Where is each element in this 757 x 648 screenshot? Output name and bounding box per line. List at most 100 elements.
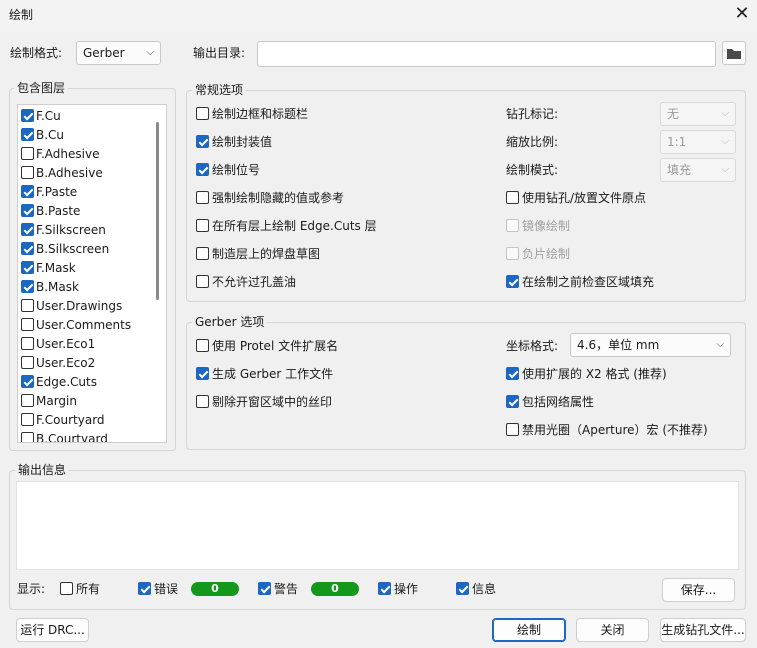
general-option-checkbox[interactable] bbox=[196, 135, 209, 148]
layer-checkbox[interactable] bbox=[21, 147, 34, 160]
layer-checkbox[interactable] bbox=[21, 242, 34, 255]
general-option[interactable]: 绘制位号 bbox=[196, 161, 260, 179]
general-option-checkbox[interactable] bbox=[196, 163, 209, 176]
general-option[interactable]: 在所有层上绘制 Edge.Cuts 层 bbox=[196, 217, 377, 235]
layer-label: B.Cu bbox=[36, 128, 65, 142]
save-button[interactable]: 保存... bbox=[662, 578, 735, 602]
layer-item[interactable]: B.Mask bbox=[21, 278, 79, 297]
general-option-right-checkbox[interactable] bbox=[506, 191, 519, 204]
layer-item[interactable]: User.Eco2 bbox=[21, 354, 95, 373]
layer-checkbox[interactable] bbox=[21, 261, 34, 274]
layer-checkbox[interactable] bbox=[21, 337, 34, 350]
plot-button[interactable]: 绘制 bbox=[492, 618, 566, 642]
layer-item[interactable]: User.Comments bbox=[21, 316, 131, 335]
layers-scrollbar[interactable] bbox=[156, 122, 159, 300]
drill-marks-label: 钻孔标记: bbox=[506, 107, 559, 121]
filter-warnings[interactable]: 警告 bbox=[258, 580, 298, 598]
layer-item[interactable]: F.Mask bbox=[21, 259, 76, 278]
layer-item[interactable]: B.Paste bbox=[21, 202, 80, 221]
gerber-option-checkbox[interactable] bbox=[196, 367, 209, 380]
gerber-option[interactable]: 使用 Protel 文件扩展名 bbox=[196, 337, 338, 355]
filter-errors[interactable]: 错误 bbox=[138, 580, 178, 598]
filter-info[interactable]: 信息 bbox=[456, 580, 496, 598]
general-option[interactable]: 绘制封装值 bbox=[196, 133, 272, 151]
plot-mode-label: 绘制模式: bbox=[506, 163, 559, 177]
gerber-option-right[interactable]: 包括网络属性 bbox=[506, 393, 594, 411]
general-option-checkbox[interactable] bbox=[196, 247, 209, 260]
gerber-option-checkbox[interactable] bbox=[196, 395, 209, 408]
layer-label: F.Adhesive bbox=[36, 147, 100, 161]
layer-checkbox[interactable] bbox=[21, 185, 34, 198]
layer-item[interactable]: B.Adhesive bbox=[21, 164, 103, 183]
filter-warnings-checkbox[interactable] bbox=[258, 582, 271, 595]
layer-checkbox[interactable] bbox=[21, 109, 34, 122]
layers-list[interactable]: F.Cu B.Cu F.Adhesive B.Adhesive F.Paste B.Pas… bbox=[17, 104, 167, 443]
layer-checkbox[interactable] bbox=[21, 394, 34, 407]
general-option[interactable]: 制造层上的焊盘草图 bbox=[196, 245, 320, 263]
scale-select[interactable]: 1:1 ⌵ bbox=[660, 130, 736, 154]
layer-checkbox[interactable] bbox=[21, 223, 34, 236]
filter-actions[interactable]: 操作 bbox=[378, 580, 418, 598]
general-option[interactable]: 绘制边框和标题栏 bbox=[196, 105, 308, 123]
layer-checkbox[interactable] bbox=[21, 432, 34, 442]
layer-item[interactable]: F.Paste bbox=[21, 183, 77, 202]
filter-actions-checkbox[interactable] bbox=[378, 582, 391, 595]
layer-item[interactable]: F.Adhesive bbox=[21, 145, 99, 164]
filter-errors-checkbox[interactable] bbox=[138, 582, 151, 595]
general-option-checkbox[interactable] bbox=[196, 107, 209, 120]
layer-checkbox[interactable] bbox=[21, 318, 34, 331]
layer-checkbox[interactable] bbox=[21, 375, 34, 388]
layer-item[interactable]: F.Cu bbox=[21, 107, 61, 126]
layer-item[interactable]: B.Cu bbox=[21, 126, 64, 145]
general-option[interactable]: 不允许过孔盖油 bbox=[196, 273, 296, 291]
layer-checkbox[interactable] bbox=[21, 299, 34, 312]
layer-item[interactable]: User.Eco1 bbox=[21, 335, 95, 354]
generate-drill-files-button[interactable]: 生成钻孔文件... bbox=[660, 618, 746, 642]
filter-all[interactable]: 所有 bbox=[60, 580, 100, 598]
gerber-option-right[interactable]: 使用扩展的 X2 格式 (推荐) bbox=[506, 365, 667, 383]
close-icon[interactable]: ✕ bbox=[731, 4, 753, 26]
layer-item[interactable]: Edge.Cuts bbox=[21, 373, 97, 392]
gerber-option-right-checkbox[interactable] bbox=[506, 367, 519, 380]
output-messages-area[interactable] bbox=[16, 481, 739, 570]
gerber-option-checkbox[interactable] bbox=[196, 339, 209, 352]
filter-all-checkbox[interactable] bbox=[60, 582, 73, 595]
layer-checkbox[interactable] bbox=[21, 356, 34, 369]
general-option-right-checkbox[interactable] bbox=[506, 275, 519, 288]
layer-checkbox[interactable] bbox=[21, 166, 34, 179]
coord-format-select[interactable]: 4.6，单位 mm ⌵ bbox=[570, 333, 731, 357]
plot-mode-select[interactable]: 填充 ⌵ bbox=[660, 158, 736, 182]
coord-format-label: 坐标格式: bbox=[506, 339, 559, 353]
layer-item[interactable]: User.Drawings bbox=[21, 297, 122, 316]
general-option-checkbox[interactable] bbox=[196, 219, 209, 232]
format-select[interactable]: Gerber ⌵ bbox=[76, 41, 161, 65]
browse-folder-button[interactable] bbox=[722, 41, 746, 65]
drill-marks-select[interactable]: 无 ⌵ bbox=[660, 102, 736, 126]
layer-checkbox[interactable] bbox=[21, 280, 34, 293]
gerber-option-right[interactable]: 禁用光圈（Aperture）宏 (不推荐) bbox=[506, 421, 708, 439]
outdir-input[interactable] bbox=[257, 41, 716, 67]
filter-info-checkbox[interactable] bbox=[456, 582, 469, 595]
layer-item[interactable]: F.Courtyard bbox=[21, 411, 105, 430]
errors-count-badge: 0 bbox=[191, 582, 239, 596]
gerber-option-right-checkbox[interactable] bbox=[506, 423, 519, 436]
gerber-option[interactable]: 生成 Gerber 工作文件 bbox=[196, 365, 333, 383]
layer-checkbox[interactable] bbox=[21, 413, 34, 426]
layer-item[interactable]: B.Silkscreen bbox=[21, 240, 109, 259]
filter-errors-label: 错误 bbox=[154, 582, 179, 596]
run-drc-button[interactable]: 运行 DRC... bbox=[16, 618, 89, 642]
general-option[interactable]: 强制绘制隐藏的值或参考 bbox=[196, 189, 344, 207]
layer-checkbox[interactable] bbox=[21, 204, 34, 217]
general-option-right[interactable]: 使用钻孔/放置文件原点 bbox=[506, 189, 646, 207]
gerber-option[interactable]: 剔除开窗区域中的丝印 bbox=[196, 393, 332, 411]
layer-item[interactable]: Margin bbox=[21, 392, 77, 411]
general-option-checkbox[interactable] bbox=[196, 191, 209, 204]
layer-item[interactable]: F.Silkscreen bbox=[21, 221, 106, 240]
general-option-checkbox[interactable] bbox=[196, 275, 209, 288]
general-option-right[interactable]: 在绘制之前检查区域填充 bbox=[506, 273, 654, 291]
layer-item[interactable]: B.Courtyard bbox=[21, 430, 108, 442]
window-title: 绘制 bbox=[9, 8, 34, 22]
gerber-option-right-checkbox[interactable] bbox=[506, 395, 519, 408]
close-button[interactable]: 关闭 bbox=[576, 618, 649, 642]
layer-checkbox[interactable] bbox=[21, 128, 34, 141]
